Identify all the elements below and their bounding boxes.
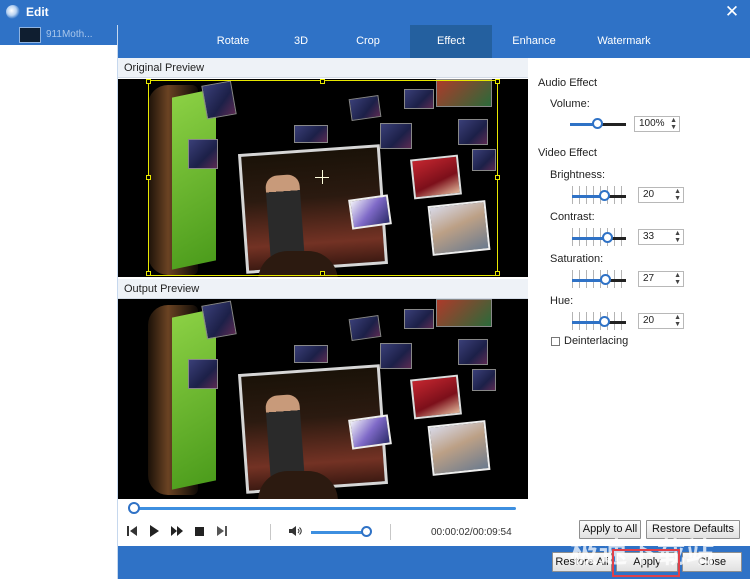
tab-rotate[interactable]: Rotate (190, 25, 276, 58)
separator (270, 524, 271, 540)
tab-bar: Rotate 3D Crop Effect Enhance Watermark (118, 25, 750, 58)
speaker-icon[interactable] (288, 525, 304, 539)
progress-handle[interactable] (128, 502, 140, 514)
spin-arrows-icon[interactable]: ▲ ▼ (674, 188, 681, 202)
volume-handle[interactable] (361, 526, 372, 537)
volume-spinbox[interactable]: 100% ▲ ▼ (634, 116, 680, 132)
hue-slider[interactable] (572, 312, 626, 330)
effect-panel: Original Preview Output Preview 00:00:02… (118, 58, 750, 546)
crop-handle[interactable] (320, 271, 325, 276)
file-list: 911Moth... (0, 25, 118, 579)
crop-handle[interactable] (495, 79, 500, 84)
deinterlacing-label: Deinterlacing (564, 335, 629, 347)
crop-handle[interactable] (146, 175, 151, 180)
crop-handle[interactable] (320, 79, 325, 84)
tab-3d[interactable]: 3D (276, 25, 326, 58)
slider-handle[interactable] (599, 190, 610, 201)
spin-arrows-icon[interactable]: ▲ ▼ (674, 272, 681, 286)
original-preview-label: Original Preview (118, 58, 528, 78)
crop-frame[interactable] (148, 80, 498, 276)
audio-effect-title: Audio Effect (538, 77, 598, 89)
separator (390, 524, 391, 540)
volume-label: Volume: (550, 98, 590, 110)
stop-icon[interactable] (194, 525, 206, 539)
contrast-value: 33 (643, 231, 655, 242)
contrast-slider[interactable] (572, 228, 626, 246)
saturation-value: 27 (643, 273, 655, 284)
file-list-item[interactable]: 911Moth... (0, 25, 117, 45)
slider-handle[interactable] (602, 232, 613, 243)
skip-end-icon[interactable] (216, 525, 228, 539)
video-effect-title: Video Effect (538, 147, 597, 159)
watermark-box (612, 549, 680, 577)
crop-handle[interactable] (146, 79, 151, 84)
close-icon[interactable]: ✕ (722, 2, 742, 22)
brightness-value: 20 (643, 189, 655, 200)
brightness-slider[interactable] (572, 186, 626, 204)
contrast-spinbox[interactable]: 33 ▲ ▼ (638, 229, 684, 245)
tab-crop[interactable]: Crop (326, 25, 410, 58)
tab-watermark[interactable]: Watermark (576, 25, 672, 58)
hue-spinbox[interactable]: 20 ▲ ▼ (638, 313, 684, 329)
brightness-label: Brightness: (550, 169, 606, 181)
contrast-label: Contrast: (550, 211, 595, 223)
output-preview-label: Output Preview (118, 279, 528, 299)
file-thumbnail (19, 27, 41, 43)
deinterlacing-checkbox[interactable] (551, 337, 560, 346)
play-icon[interactable] (148, 525, 160, 539)
volume-value: 100% (639, 118, 665, 129)
hue-label: Hue: (550, 295, 574, 307)
video-frame (118, 299, 528, 499)
file-name: 911Moth... (46, 29, 93, 40)
crosshair-icon (322, 170, 323, 184)
audio-volume-slider[interactable] (570, 117, 626, 131)
output-preview (118, 299, 528, 499)
tab-enhance[interactable]: Enhance (492, 25, 576, 58)
slider-handle[interactable] (600, 274, 611, 285)
window-title: Edit (26, 5, 49, 19)
spin-arrows-icon[interactable]: ▲ ▼ (674, 314, 681, 328)
original-preview[interactable] (118, 79, 528, 277)
crop-handle[interactable] (146, 271, 151, 276)
progress-bar[interactable] (132, 507, 516, 510)
skip-back-icon[interactable] (126, 525, 138, 539)
brightness-spinbox[interactable]: 20 ▲ ▼ (638, 187, 684, 203)
saturation-spinbox[interactable]: 27 ▲ ▼ (638, 271, 684, 287)
spin-arrows-icon[interactable]: ▲ ▼ (670, 117, 677, 131)
fast-forward-icon[interactable] (170, 525, 184, 539)
title-bar: Edit ✕ (0, 0, 750, 25)
crop-handle[interactable] (495, 271, 500, 276)
slider-handle[interactable] (592, 118, 603, 129)
crop-handle[interactable] (495, 175, 500, 180)
timecode: 00:00:02/00:09:54 (431, 527, 512, 538)
app-logo-icon (6, 5, 20, 19)
hue-value: 20 (643, 315, 655, 326)
saturation-slider[interactable] (572, 270, 626, 288)
saturation-label: Saturation: (550, 253, 604, 265)
tab-effect[interactable]: Effect (410, 25, 492, 58)
spin-arrows-icon[interactable]: ▲ ▼ (674, 230, 681, 244)
slider-handle[interactable] (599, 316, 610, 327)
